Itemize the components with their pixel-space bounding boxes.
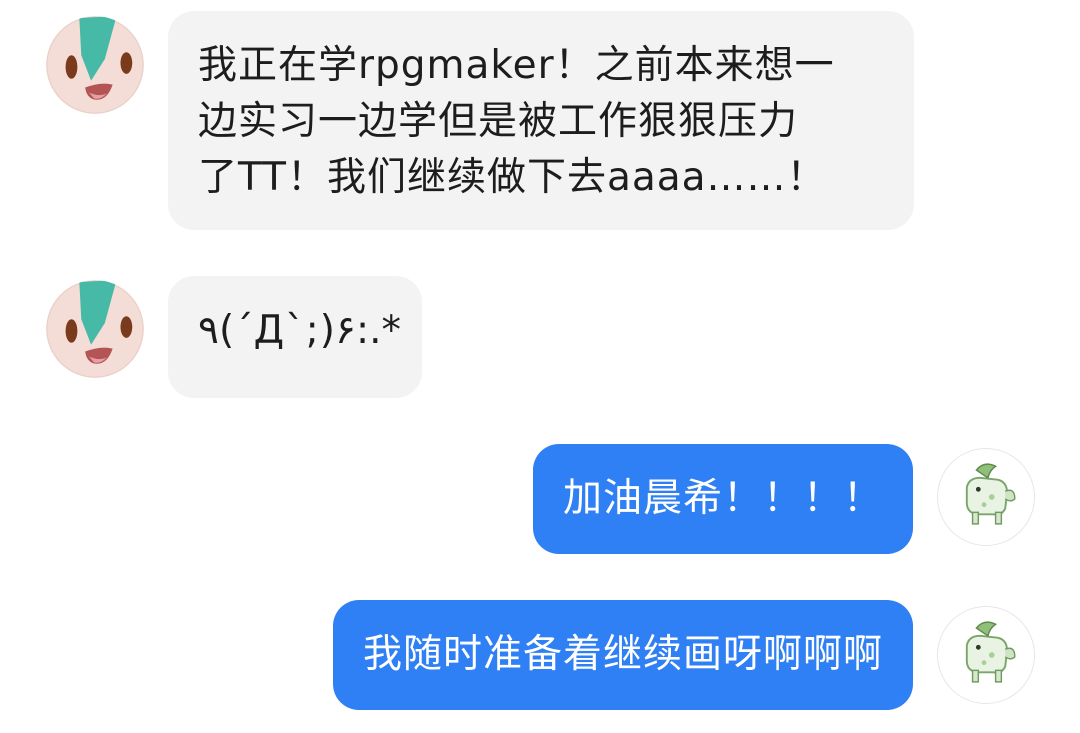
green-creature-avatar-icon — [938, 607, 1034, 703]
round-face-avatar-icon — [46, 280, 144, 378]
self-avatar[interactable] — [937, 606, 1035, 704]
message-bubble-outgoing[interactable]: 我随时准备着继续画呀啊啊啊 — [332, 600, 913, 710]
message-line: 我随时准备着继续画呀啊啊啊 — [362, 632, 883, 677]
message-bubble-outgoing[interactable]: 加油晨希！！！！ — [532, 444, 913, 554]
contact-avatar[interactable] — [46, 16, 144, 114]
self-avatar[interactable] — [937, 448, 1035, 546]
message-line: ٩(´Д`;)۶:.* — [198, 308, 401, 353]
round-face-avatar-icon — [46, 16, 144, 114]
message-bubble-incoming[interactable]: 我正在学rpgmaker！之前本来想一 边实习一边学但是被工作狠狠压力 了TT！… — [168, 11, 914, 230]
message-bubble-incoming[interactable]: ٩(´Д`;)۶:.* — [168, 276, 422, 398]
message-line: 了TT！我们继续做下去aaaa……！ — [198, 155, 827, 200]
contact-avatar[interactable] — [46, 280, 144, 378]
message-line: 加油晨希！！！！ — [562, 476, 883, 521]
green-creature-avatar-icon — [938, 449, 1034, 545]
message-line: 边实习一边学但是被工作狠狠压力 — [198, 99, 799, 144]
message-line: 我正在学rpgmaker！之前本来想一 — [198, 43, 835, 88]
